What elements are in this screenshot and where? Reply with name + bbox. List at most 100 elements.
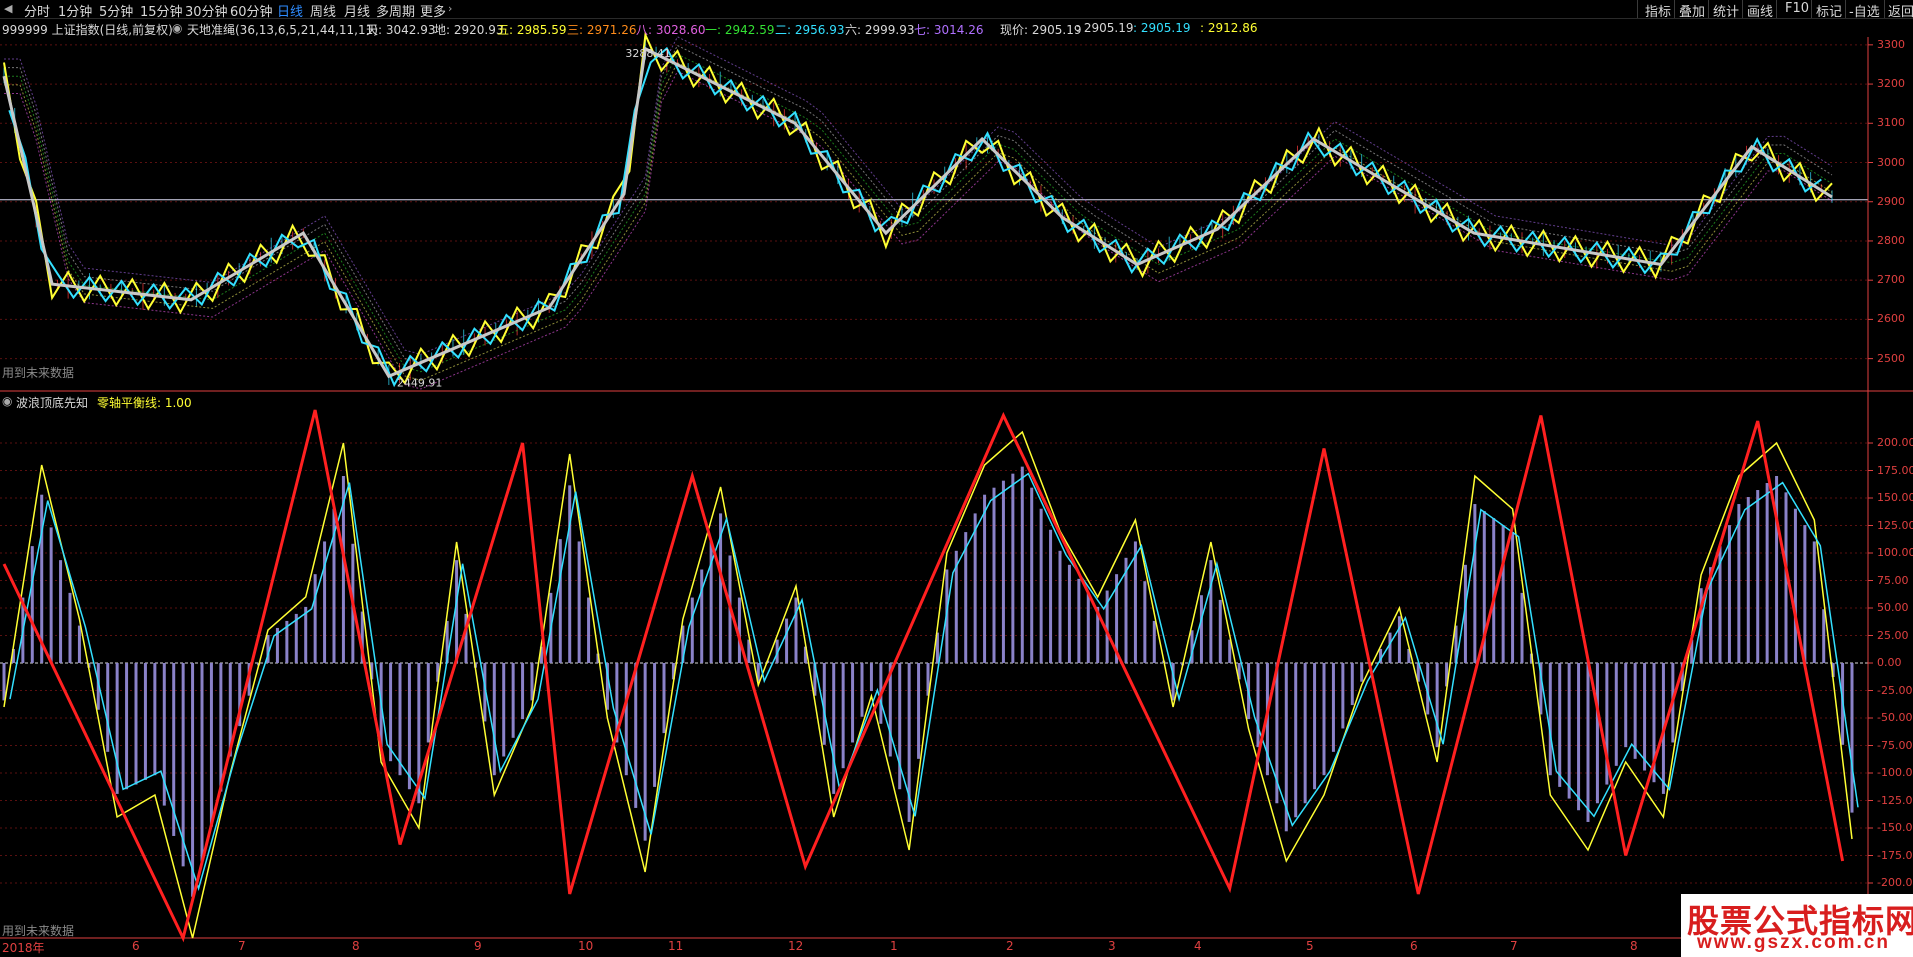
y-tick-label: 125.00 <box>1877 518 1913 532</box>
y-tick-label: -125.00 <box>1877 793 1913 807</box>
value-4: : 2912.86 <box>1200 21 1258 35</box>
histogram-bar <box>521 663 525 720</box>
toolbar-divider <box>1776 0 1777 18</box>
histogram-bar <box>1765 483 1769 663</box>
histogram-bar <box>106 663 110 752</box>
y-tick-label: 175.00 <box>1877 463 1913 477</box>
period-15min[interactable]: 15分钟 <box>140 1 183 20</box>
date-label: 7 <box>1510 939 1518 953</box>
histogram-bar <box>1586 663 1590 822</box>
date-label: 9 <box>474 939 482 953</box>
histogram-bar <box>832 663 836 794</box>
period-fenshi[interactable]: 分时 <box>24 1 50 20</box>
date-label: 6 <box>1410 939 1418 953</box>
histogram-bar <box>1643 663 1647 771</box>
sub-cyan-line <box>9 472 1859 892</box>
y-tick-label: 25.00 <box>1877 628 1909 642</box>
histogram-bar <box>653 663 657 787</box>
main-note: 用到未来数据 <box>2 366 75 380</box>
histogram-bar <box>153 663 157 776</box>
zero-line-value: 零轴平衡线: 1.00 <box>97 396 192 410</box>
main-wave-lines: 3288.41 2449.91 <box>2 31 1833 389</box>
button-indicator[interactable]: 指标 <box>1645 1 1671 20</box>
button-back[interactable]: 返回 <box>1888 1 1913 20</box>
histogram-bar <box>191 663 195 897</box>
histogram-bar <box>794 597 798 663</box>
histogram-bar <box>1039 508 1043 663</box>
y-tick-label: 0.00 <box>1877 656 1902 669</box>
histogram-bar <box>426 663 430 743</box>
histogram-bar <box>568 485 572 663</box>
wave-trend-line <box>2 46 1833 379</box>
toolbar-divider <box>1884 0 1885 18</box>
histogram-bar <box>1850 663 1854 813</box>
histogram-bar <box>530 663 534 701</box>
period-30min[interactable]: 30分钟 <box>185 1 228 20</box>
histogram-bar <box>1501 525 1505 663</box>
date-axis: 2018年 6 7 8 9 10 11 12 1 2 3 4 5 6 7 8 <box>0 938 1913 957</box>
period-60min[interactable]: 60分钟 <box>230 1 273 20</box>
date-label: 4 <box>1194 939 1202 953</box>
histogram-bar <box>1218 599 1222 663</box>
histogram-bar <box>1322 663 1326 776</box>
histogram-bar <box>1633 663 1637 759</box>
histogram-bar <box>200 663 204 862</box>
wave-cyan-line <box>8 46 1822 388</box>
histogram-bar <box>1520 592 1524 663</box>
histogram-bar <box>1303 663 1307 804</box>
y-tick-label: 150.00 <box>1877 491 1913 504</box>
histogram-bar <box>398 663 402 776</box>
histogram-bar <box>1331 663 1335 752</box>
histogram-bar <box>577 541 581 663</box>
y-tick-label: -175.00 <box>1877 848 1913 862</box>
panel-frames <box>0 37 1913 939</box>
histogram-bar <box>1567 663 1571 799</box>
histogram-bar <box>1077 578 1081 663</box>
y-tick-label: 3300 <box>1877 37 1905 51</box>
histogram-bar <box>1775 476 1779 663</box>
scroll-left-icon[interactable]: ◀ <box>4 2 12 15</box>
histogram-bar <box>1001 480 1005 663</box>
button-drawing[interactable]: 画线 <box>1747 1 1773 20</box>
sub-indicator-name[interactable]: 波浪顶底先知 <box>16 394 88 411</box>
histogram-bar <box>1577 663 1581 811</box>
button-overlay[interactable]: 叠加 <box>1679 1 1705 20</box>
chart-canvas[interactable]: 3288.41 2449.91 <box>0 0 1913 957</box>
histogram-bar <box>1812 541 1816 663</box>
period-5min[interactable]: 5分钟 <box>99 1 133 20</box>
button-statistics[interactable]: 统计 <box>1713 1 1739 20</box>
histogram-bar <box>209 663 213 827</box>
y-tick-label: 200.00 <box>1877 436 1913 449</box>
sub-settings-icon[interactable]: ◉ <box>2 394 12 408</box>
indicator-name[interactable]: 天地准绳(36,13,6,5,21,44,11,11) <box>187 21 378 38</box>
histogram-bar <box>1511 532 1515 663</box>
period-weekly[interactable]: 周线 <box>310 1 336 20</box>
period-monthly[interactable]: 月线 <box>344 1 370 20</box>
indicator-settings-icon[interactable]: ◉ <box>172 21 182 35</box>
histogram-bar <box>624 663 628 776</box>
histogram-bar <box>1756 490 1760 663</box>
y-axis <box>1868 44 1873 884</box>
button-watchlist[interactable]: -自选 <box>1849 1 1880 20</box>
period-daily[interactable]: 日线 <box>277 1 303 20</box>
chevron-right-icon[interactable]: › <box>448 2 452 15</box>
toolbar-divider <box>1637 0 1638 18</box>
guide-band <box>4 70 1833 390</box>
period-multi[interactable]: 多周期 <box>376 1 415 20</box>
histogram-bar <box>587 597 591 663</box>
histogram-bar <box>143 663 147 780</box>
y-tick-label: -100.00 <box>1877 766 1913 779</box>
histogram-bar <box>1624 663 1628 748</box>
histogram-bar <box>1067 564 1071 663</box>
histogram-bar <box>1133 541 1137 663</box>
histogram-bar <box>662 663 666 734</box>
period-1min[interactable]: 1分钟 <box>58 1 92 20</box>
button-mark[interactable]: 标记 <box>1816 1 1842 20</box>
period-more[interactable]: 更多 <box>420 1 446 20</box>
histogram-bar <box>1209 560 1213 663</box>
button-f10[interactable]: F10 <box>1785 1 1809 16</box>
histogram-bar <box>219 663 223 792</box>
stock-name: 999999 上证指数(日线,前复权) <box>2 23 173 37</box>
histogram-bar <box>1435 663 1439 748</box>
histogram-bar <box>492 663 496 776</box>
